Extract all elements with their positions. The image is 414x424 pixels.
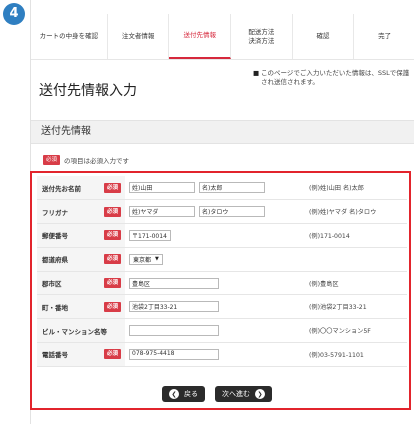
back-button-label: 戻る bbox=[184, 390, 198, 398]
field-example: (例)03-5791-1101 bbox=[305, 342, 407, 367]
section-title: 送付先情報 bbox=[31, 120, 414, 144]
shipping-address-form: 送付先お名前 必須 姓)山田 名)太郎 (例)姓)山田 名)太郎 フリガナ 必須 姓)ヤマダ名… bbox=[37, 176, 407, 367]
step-item: 確認 bbox=[293, 14, 355, 59]
required-badge: 必須 bbox=[103, 206, 121, 217]
field-example: (例)姓)山田 名)太郎 bbox=[305, 176, 407, 201]
form-row: 郡市区 必須 豊島区 (例)豊島区 bbox=[37, 271, 407, 296]
required-legend-text: の項目は必須入力です bbox=[64, 157, 130, 165]
field-label: ビル・マンション名等 bbox=[42, 327, 107, 336]
field-label: フリガナ bbox=[42, 208, 68, 217]
form-row: 電話番号 必須 078-975-4418 (例)03-5791-1101 bbox=[37, 342, 407, 367]
field-label-cell: ビル・マンション名等 bbox=[37, 318, 125, 344]
prefecture-select[interactable]: 東京都 ▼ bbox=[129, 253, 163, 265]
text-input[interactable] bbox=[129, 325, 219, 337]
next-button[interactable]: 次へ進む ❯ bbox=[215, 386, 272, 402]
postal-code-input[interactable]: 〒171-0014 bbox=[129, 229, 171, 241]
field-label: 郵便番号 bbox=[42, 232, 68, 241]
field-example: (例)姓)ヤマダ 名)タロウ bbox=[305, 199, 407, 225]
field-cell: 〒171-0014 bbox=[125, 223, 305, 248]
field-example: (例)池袋2丁目33-21 bbox=[305, 294, 407, 320]
chevron-right-icon: ❯ bbox=[255, 389, 265, 399]
field-example: (例)〇〇マンション5F bbox=[305, 318, 407, 344]
field-cell: 姓)山田 名)太郎 bbox=[125, 176, 305, 201]
page-title: 送付先情報入力 bbox=[39, 83, 137, 99]
required-badge: 必須 bbox=[103, 349, 121, 360]
field-cell bbox=[125, 318, 305, 344]
field-label-cell: 電話番号 必須 bbox=[37, 342, 125, 367]
name-input-pair: 姓)山田 名)太郎 bbox=[129, 182, 305, 194]
field-label: 郡市区 bbox=[42, 280, 62, 289]
chevron-down-icon: ▼ bbox=[155, 256, 159, 263]
form-row: 町・番地 必須 池袋2丁目33-21 (例)池袋2丁目33-21 bbox=[37, 294, 407, 320]
field-label-cell: 郵便番号 必須 bbox=[37, 223, 125, 248]
field-example: (例)豊島区 bbox=[305, 271, 407, 296]
first-name-input[interactable]: 名)太郎 bbox=[199, 182, 265, 194]
field-cell: 池袋2丁目33-21 bbox=[125, 294, 305, 320]
prefecture-select-value: 東京都 bbox=[133, 256, 152, 264]
text-input[interactable]: 豊島区 bbox=[129, 277, 219, 289]
name-input-pair: 姓)ヤマダ 名)タロウ bbox=[129, 206, 305, 218]
first-name-input[interactable]: 名)タロウ bbox=[199, 206, 265, 218]
next-button-label: 次へ進む bbox=[222, 390, 250, 398]
required-badge: 必須 bbox=[103, 182, 121, 193]
step-number-badge: 4 bbox=[3, 3, 25, 25]
field-label-cell: フリガナ 必須 bbox=[37, 199, 125, 225]
field-cell: 東京都 ▼ bbox=[125, 247, 305, 272]
back-button[interactable]: ❮ 戻る bbox=[162, 386, 205, 402]
field-cell: 078-975-4418 bbox=[125, 342, 305, 367]
step-item: 完了 bbox=[378, 32, 392, 41]
required-badge: 必須 bbox=[103, 301, 121, 312]
required-badge: 必須 bbox=[43, 155, 61, 165]
required-badge: 必須 bbox=[103, 254, 121, 265]
last-name-input[interactable]: 姓)ヤマダ bbox=[129, 206, 195, 218]
text-input[interactable]: 078-975-4418 bbox=[129, 348, 219, 360]
step-item: 注文者情報 bbox=[108, 14, 170, 59]
field-cell: 豊島区 bbox=[125, 271, 305, 296]
step-item: カートの中身を確認 bbox=[31, 14, 108, 59]
form-row: フリガナ 必須 姓)ヤマダ 名)タロウ (例)姓)ヤマダ 名)タロウ bbox=[37, 199, 407, 225]
required-badge: 必須 bbox=[103, 278, 121, 289]
step-item: 送付先情報 bbox=[169, 14, 232, 59]
field-example: (例)171-0014 bbox=[305, 223, 407, 248]
field-label-cell: 郡市区 必須 bbox=[37, 271, 125, 296]
chevron-left-icon: ❮ bbox=[169, 389, 179, 399]
field-cell: 姓)ヤマダ 名)タロウ bbox=[125, 199, 305, 225]
form-row: 都道府県 必須 東京都 ▼ bbox=[37, 247, 407, 272]
bullet-icon: ■ bbox=[253, 69, 260, 77]
form-row: 郵便番号 必須 〒171-0014 (例)171-0014 bbox=[37, 223, 407, 248]
required-legend: 必須 の項目は必須入力です bbox=[43, 155, 129, 165]
field-label: 電話番号 bbox=[42, 351, 68, 360]
field-label: 送付先お名前 bbox=[42, 184, 81, 193]
form-row: ビル・マンション名等 (例)〇〇マンション5F bbox=[37, 318, 407, 344]
text-input[interactable]: 池袋2丁目33-21 bbox=[129, 301, 219, 313]
field-label-cell: 都道府県 必須 bbox=[37, 247, 125, 272]
field-label: 都道府県 bbox=[42, 256, 68, 265]
privacy-note: このページでご入力いただいた情報は、SSLで保護され送信されます。 bbox=[261, 69, 410, 87]
form-row: 送付先お名前 必須 姓)山田 名)太郎 (例)姓)山田 名)太郎 bbox=[37, 176, 407, 201]
step-item: 配送方法 決済方法 bbox=[231, 14, 293, 59]
field-label: 町・番地 bbox=[42, 303, 68, 312]
field-label-cell: 町・番地 必須 bbox=[37, 294, 125, 320]
checkout-step-nav: カートの中身を確認 注文者情報 送付先情報 配送方法 決済方法 確認 完了 bbox=[31, 14, 414, 60]
field-example bbox=[305, 247, 407, 272]
last-name-input[interactable]: 姓)山田 bbox=[129, 182, 195, 194]
form-actions: ❮ 戻る 次へ進む ❯ bbox=[162, 386, 272, 402]
field-label-cell: 送付先お名前 必須 bbox=[37, 176, 125, 201]
required-badge: 必須 bbox=[103, 230, 121, 241]
